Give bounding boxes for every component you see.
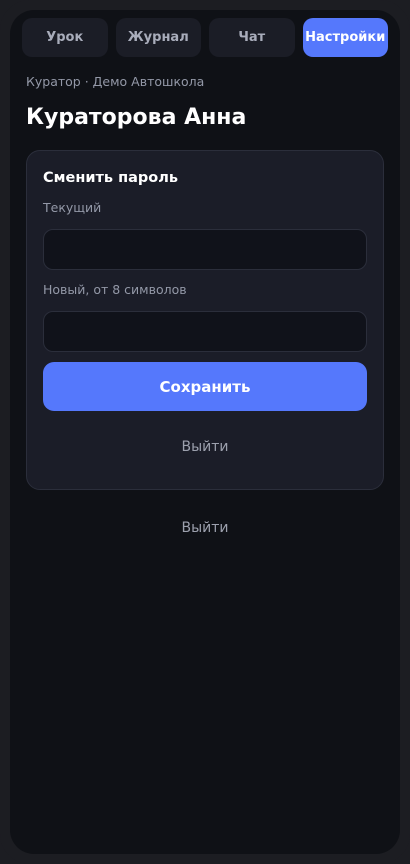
card-title: Сменить пароль <box>43 170 179 186</box>
card-logout-button[interactable]: Выйти <box>43 439 367 455</box>
tab-settings[interactable]: Настройки <box>302 18 388 57</box>
change-password-card: Сменить пароль Текущий Новый, от 8 симво… <box>26 150 384 490</box>
current-password-label: Текущий <box>43 200 102 215</box>
new-password-field[interactable] <box>43 311 367 352</box>
save-button[interactable]: Сохранить <box>43 362 367 411</box>
tab-journal[interactable]: Журнал <box>115 18 201 57</box>
tab-chat[interactable]: Чат <box>209 18 295 57</box>
app-screen: Урок Журнал Чат Настройки Куратор · Демо… <box>10 10 400 854</box>
current-password-field[interactable] <box>43 229 367 270</box>
new-password-label: Новый, от 8 символов <box>43 282 187 297</box>
role-subtitle: Куратор · Демо Автошкола <box>26 74 205 89</box>
device-frame: Урок Журнал Чат Настройки Куратор · Демо… <box>0 0 410 864</box>
tab-lesson[interactable]: Урок <box>22 18 108 57</box>
logout-button[interactable]: Выйти <box>26 520 384 536</box>
tab-bar: Урок Журнал Чат Настройки <box>22 18 388 57</box>
page-title: Кураторова Анна <box>26 105 247 130</box>
